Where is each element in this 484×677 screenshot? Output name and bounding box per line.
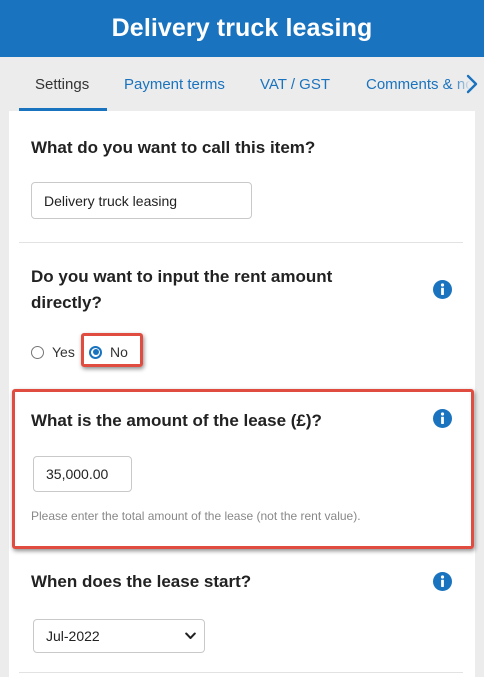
- radio-option-yes[interactable]: Yes: [31, 344, 75, 360]
- tab-vat-gst[interactable]: VAT / GST: [260, 57, 330, 111]
- page-title: Delivery truck leasing: [111, 14, 373, 42]
- lease-amount-highlight: [12, 389, 474, 549]
- tab-bar: Settings Payment terms VAT / GST Comment…: [0, 57, 484, 111]
- lease-start-question: When does the lease start?: [31, 572, 252, 591]
- chevron-down-icon: [185, 632, 196, 639]
- item-name-question: What do you want to call this item?: [31, 138, 316, 157]
- section-divider: [19, 672, 463, 673]
- section-divider: [19, 242, 463, 243]
- no-option-highlight: [81, 333, 143, 367]
- lease-start-selected: Jul-2022: [46, 628, 100, 644]
- chevron-right-icon[interactable]: [465, 74, 479, 94]
- rent-input-question-line1: Do you want to input the rent amount: [31, 267, 333, 286]
- info-icon[interactable]: [433, 572, 452, 591]
- item-name-input[interactable]: [31, 182, 252, 219]
- tab-payment-terms[interactable]: Payment terms: [124, 57, 225, 111]
- lease-start-select[interactable]: Jul-2022: [33, 619, 205, 653]
- info-icon[interactable]: [433, 280, 452, 299]
- settings-panel: What do you want to call this item? Do y…: [9, 111, 475, 677]
- yes-radio[interactable]: [31, 345, 44, 359]
- rent-input-question-line2: directly?: [31, 293, 102, 312]
- rent-input-question: Do you want to input the rent amount dir…: [31, 264, 332, 316]
- yes-label: Yes: [52, 344, 75, 360]
- app-header: Delivery truck leasing: [0, 0, 484, 57]
- tab-settings[interactable]: Settings: [35, 57, 89, 111]
